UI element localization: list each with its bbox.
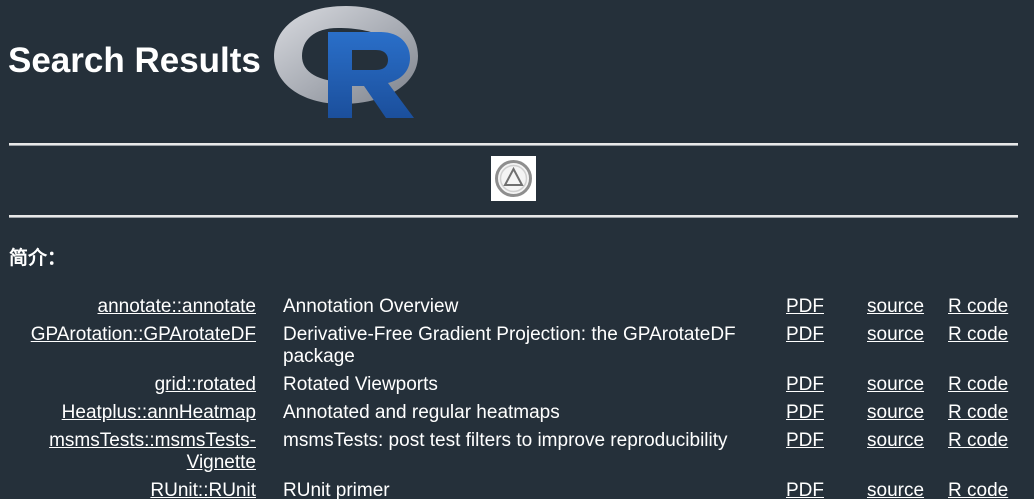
- result-description: Annotated and regular heatmaps: [283, 402, 560, 423]
- page-title: Search Results: [8, 40, 261, 80]
- source-link[interactable]: source: [867, 324, 924, 345]
- pdf-link[interactable]: PDF: [786, 296, 824, 317]
- source-link[interactable]: source: [867, 402, 924, 423]
- package-link-cell: RUnit::RUnit: [11, 477, 274, 499]
- pdf-link[interactable]: PDF: [786, 374, 824, 395]
- source-link-cell: source: [867, 477, 943, 499]
- pdf-link-cell: PDF: [786, 321, 862, 371]
- result-description-cell: Annotation Overview: [279, 293, 781, 321]
- package-link-cell: annotate::annotate: [11, 293, 274, 321]
- source-link-cell: source: [867, 293, 943, 321]
- r-code-link[interactable]: R code: [948, 480, 1008, 499]
- r-code-link-cell: R code: [948, 293, 1028, 321]
- package-link[interactable]: Heatplus::annHeatmap: [62, 402, 256, 423]
- r-code-link[interactable]: R code: [948, 324, 1008, 345]
- r-code-link-cell: R code: [948, 399, 1028, 427]
- r-code-link-cell: R code: [948, 371, 1028, 399]
- result-row: Heatplus::annHeatmap Annotated and regula…: [11, 399, 1028, 427]
- source-link[interactable]: source: [867, 480, 924, 499]
- source-link[interactable]: source: [867, 296, 924, 317]
- package-link-cell: grid::rotated: [11, 371, 274, 399]
- pdf-link-cell: PDF: [786, 371, 862, 399]
- r-code-link[interactable]: R code: [948, 402, 1008, 423]
- result-description: msmsTests: post test filters to improve …: [283, 430, 728, 451]
- package-link[interactable]: grid::rotated: [155, 374, 256, 395]
- results-table-body: annotate::annotate Annotation Overview PDF…: [11, 293, 1028, 499]
- source-link[interactable]: source: [867, 374, 924, 395]
- result-description-cell: Derivative-Free Gradient Projection: the…: [279, 321, 781, 371]
- r-code-link[interactable]: R code: [948, 296, 1008, 317]
- result-description-cell: msmsTests: post test filters to improve …: [279, 427, 781, 477]
- r-code-link-cell: R code: [948, 477, 1028, 499]
- result-description-cell: Annotated and regular heatmaps: [279, 399, 781, 427]
- r-code-link-cell: R code: [948, 427, 1028, 477]
- r-code-link[interactable]: R code: [948, 374, 1008, 395]
- result-row: RUnit::RUnit RUnit primer PDF source R code: [11, 477, 1028, 499]
- r-code-link[interactable]: R code: [948, 430, 1008, 451]
- circled-triangle-icon: [491, 156, 536, 201]
- page: Search Results 简介： annotate::annotateAnn…: [0, 0, 1034, 499]
- result-description: Rotated Viewports: [283, 374, 438, 395]
- result-row: GPArotation::GPArotateDF Derivative-Free …: [11, 321, 1028, 371]
- result-description: Derivative-Free Gradient Projection: the…: [283, 324, 736, 367]
- results-table: annotate::annotate Annotation Overview PDF…: [6, 293, 1033, 499]
- r-code-link-cell: R code: [948, 321, 1028, 371]
- source-link-cell: source: [867, 399, 943, 427]
- result-description-cell: RUnit primer: [279, 477, 781, 499]
- pdf-link-cell: PDF: [786, 427, 862, 477]
- source-link-cell: source: [867, 371, 943, 399]
- result-description: Annotation Overview: [283, 296, 459, 317]
- result-row: grid::rotated Rotated Viewports PDF source R…: [11, 371, 1028, 399]
- package-link[interactable]: RUnit::RUnit: [150, 480, 256, 499]
- source-link[interactable]: source: [867, 430, 924, 451]
- package-link-cell: GPArotation::GPArotateDF: [11, 321, 274, 371]
- pdf-link[interactable]: PDF: [786, 324, 824, 345]
- package-link[interactable]: GPArotation::GPArotateDF: [31, 324, 256, 345]
- package-link-cell: Heatplus::annHeatmap: [11, 399, 274, 427]
- pdf-link[interactable]: PDF: [786, 430, 824, 451]
- source-link-cell: source: [867, 321, 943, 371]
- result-row: msmsTests::msmsTests-Vignette msmsTests: …: [11, 427, 1028, 477]
- divider-bottom: [9, 215, 1018, 218]
- pdf-link-cell: PDF: [786, 293, 862, 321]
- pdf-link[interactable]: PDF: [786, 480, 824, 499]
- pdf-link-cell: PDF: [786, 477, 862, 499]
- pdf-link[interactable]: PDF: [786, 402, 824, 423]
- source-link-cell: source: [867, 427, 943, 477]
- r-logo-icon: [274, 6, 418, 118]
- package-link[interactable]: annotate::annotate: [98, 296, 256, 317]
- page-header: Search Results: [8, 6, 261, 126]
- intro-label: 简介：: [9, 247, 67, 269]
- divider-top: [9, 143, 1018, 146]
- result-row: annotate::annotate Annotation Overview PDF…: [11, 293, 1028, 321]
- package-link-cell: msmsTests::msmsTests-Vignette: [11, 427, 274, 477]
- result-description: RUnit primer: [283, 480, 390, 499]
- result-description-cell: Rotated Viewports: [279, 371, 781, 399]
- package-link[interactable]: msmsTests::msmsTests-Vignette: [49, 430, 256, 473]
- pdf-link-cell: PDF: [786, 399, 862, 427]
